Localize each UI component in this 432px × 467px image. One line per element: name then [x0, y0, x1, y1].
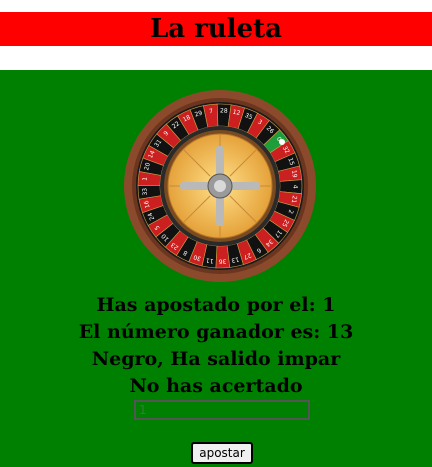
svg-text:21: 21	[290, 195, 298, 204]
svg-text:4: 4	[291, 185, 298, 189]
winning-number-text: El número ganador es: 13	[78, 321, 354, 343]
page-title: La ruleta	[149, 14, 283, 44]
bet-result-text: Has apostado por el: 1	[96, 294, 336, 316]
outcome-text: No has acertado	[129, 375, 303, 397]
title-bar: La ruleta	[0, 12, 432, 46]
svg-text:36: 36	[218, 257, 226, 264]
svg-text:19: 19	[290, 170, 298, 179]
color-parity-text: Negro, Ha salido impar	[91, 348, 341, 370]
svg-text:11: 11	[205, 256, 214, 264]
svg-text:28: 28	[220, 107, 228, 114]
roulette-table: 0 32 15 19 4 21 2 25 17 34 6 27 13 36 11 30 8 23 10 5 24 16 33…	[0, 70, 432, 467]
bet-button[interactable]: apostar	[191, 442, 253, 464]
roulette-wheel-icon: 0321519421225173462713361130823105241633…	[124, 90, 316, 282]
svg-text:33: 33	[141, 187, 149, 195]
page: La ruleta 0 32 15 19 4 21 2 25 17 34 6 27 13 36 11 30 8 2…	[0, 0, 432, 467]
bet-number-input[interactable]	[134, 400, 310, 420]
